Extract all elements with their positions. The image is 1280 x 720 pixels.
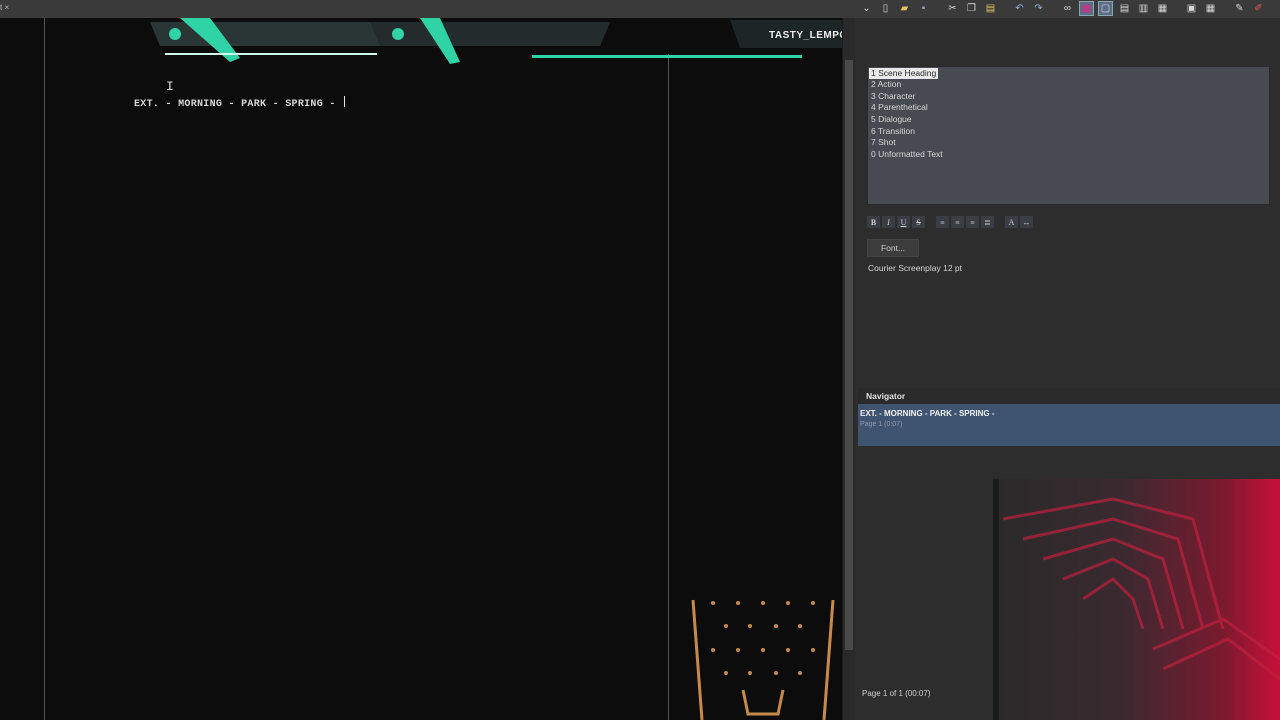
paint-icon[interactable]: ▦ — [1079, 1, 1094, 16]
open-folder-icon[interactable]: ▰ — [897, 1, 912, 16]
style-item-scene-heading[interactable]: 1 Scene Heading — [869, 68, 939, 79]
navigator-item[interactable]: EXT. - MORNING - PARK - SPRING - Page 1 … — [858, 404, 1280, 446]
text-cursor-ibeam: I — [166, 79, 174, 94]
toolbar-separator — [1002, 1, 1008, 16]
left-margin-line — [44, 18, 45, 720]
align-right-icon[interactable]: ≡ — [966, 216, 979, 228]
toolbar-separator — [935, 1, 941, 16]
style-item-character[interactable]: 3 Character — [869, 91, 917, 102]
new-document-icon[interactable]: ▯ — [878, 1, 893, 16]
style-item-shot[interactable]: 7 Shot — [869, 137, 898, 148]
spacing-icon[interactable]: ↔ — [1020, 216, 1033, 228]
scene-heading-text: EXT. - MORNING - PARK - SPRING - — [134, 99, 342, 110]
align-center-icon[interactable]: ≡ — [951, 216, 964, 228]
italic-button[interactable]: I — [882, 216, 895, 228]
style-item-unformatted-text[interactable]: 0 Unformatted Text — [869, 149, 945, 160]
webcam-overlay — [993, 479, 1280, 720]
edit-icon[interactable]: ✐ — [1251, 1, 1266, 16]
style-item-parenthetical[interactable]: 4 Parenthetical — [869, 102, 930, 113]
toolbar-separator — [1222, 1, 1228, 16]
binoculars-icon[interactable]: ∞ — [1060, 1, 1075, 16]
layout-a-icon[interactable]: ▣ — [1184, 1, 1199, 16]
navigator-title: Navigator — [866, 391, 906, 401]
layout-split-icon[interactable]: ▥ — [1136, 1, 1151, 16]
styles-list[interactable]: 1 Scene Heading 2 Action 3 Character 4 P… — [867, 66, 1270, 205]
layout-page-icon[interactable]: ▢ — [1098, 1, 1113, 16]
strikethrough-button[interactable]: S — [912, 216, 925, 228]
navigator-item-heading: EXT. - MORNING - PARK - SPRING - — [860, 409, 995, 418]
align-left-icon[interactable]: ≡ — [936, 216, 949, 228]
format-toolbar: B I U S ≡ ≡ ≡ ≣ A ↔ — [867, 216, 1033, 228]
right-margin-line — [668, 54, 669, 720]
layout-normal-icon[interactable]: ▤ — [1117, 1, 1132, 16]
window-tab-fragment[interactable]: t × — [0, 3, 9, 12]
top-toolbar: t × ⌄ ▯ ▰ ▪ ✂ ❐ ▤ ↶ ↷ ∞ ▦ ▢ ▤ ▥ ▦ ▣ ▦ ✎ … — [0, 0, 1280, 19]
align-justify-icon[interactable]: ≣ — [981, 216, 994, 228]
text-caret — [343, 96, 345, 107]
style-item-dialogue[interactable]: 5 Dialogue — [869, 114, 914, 125]
toolbar-buttons: ⌄ ▯ ▰ ▪ ✂ ❐ ▤ ↶ ↷ ∞ ▦ ▢ ▤ ▥ ▦ ▣ ▦ ✎ ✐ — [859, 1, 1266, 16]
paste-icon[interactable]: ▤ — [983, 1, 998, 16]
navigator-item-page: Page 1 (0:07) — [860, 421, 903, 428]
toolbar-separator — [1174, 1, 1180, 16]
navigator-header: Navigator — [858, 388, 1280, 404]
page-info: Page 1 of 1 (00:07) — [862, 689, 931, 698]
font-button[interactable]: Font... — [867, 239, 919, 257]
scene-heading-line[interactable]: EXT. - MORNING - PARK - SPRING - — [134, 96, 345, 110]
app-window: t × ⌄ ▯ ▰ ▪ ✂ ❐ ▤ ↶ ↷ ∞ ▦ ▢ ▤ ▥ ▦ ▣ ▦ ✎ … — [0, 0, 1280, 720]
webcam-pattern — [1002, 497, 1280, 681]
font-description: Courier Screenplay 12 pt — [868, 263, 963, 273]
copy-icon[interactable]: ❐ — [964, 1, 979, 16]
style-item-transition[interactable]: 6 Transition — [869, 126, 917, 137]
redo-icon[interactable]: ↷ — [1031, 1, 1046, 16]
toolbar-separator — [1050, 1, 1056, 16]
layout-columns-icon[interactable]: ▦ — [1155, 1, 1170, 16]
wrench-icon[interactable]: ✎ — [1232, 1, 1247, 16]
font-size-icon[interactable]: A — [1005, 216, 1018, 228]
layout-b-icon[interactable]: ▦ — [1203, 1, 1218, 16]
dropdown-icon[interactable]: ⌄ — [859, 1, 874, 16]
style-item-action[interactable]: 2 Action — [869, 79, 903, 90]
editor-scrollbar[interactable] — [842, 18, 855, 720]
format-separator — [927, 216, 934, 228]
bold-button[interactable]: B — [867, 216, 880, 228]
cut-icon[interactable]: ✂ — [945, 1, 960, 16]
underline-button[interactable]: U — [897, 216, 910, 228]
format-separator — [996, 216, 1003, 228]
decorative-pegboard — [691, 599, 835, 720]
scrollbar-thumb[interactable] — [845, 60, 853, 650]
save-icon[interactable]: ▪ — [916, 1, 931, 16]
undo-icon[interactable]: ↶ — [1012, 1, 1027, 16]
